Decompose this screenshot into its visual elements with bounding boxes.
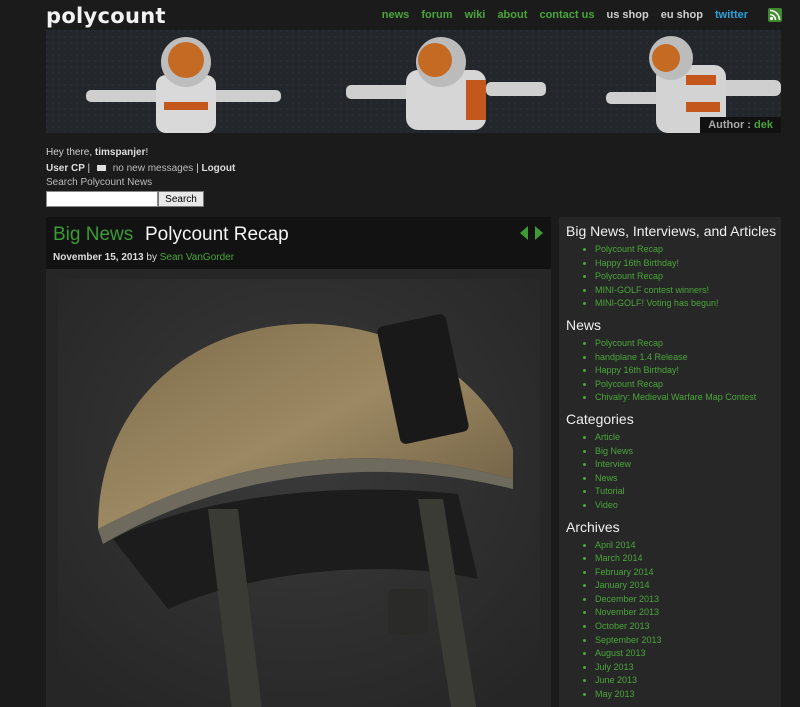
news-list: Polycount Recap handplane 1.4 Release Ha…: [559, 337, 781, 405]
main-post: Big News Polycount Recap November 15, 20…: [46, 217, 551, 707]
author-label: Author :: [708, 119, 751, 131]
list-item[interactable]: June 2013: [595, 674, 781, 688]
list-item[interactable]: Video: [595, 499, 781, 513]
rss-icon[interactable]: [768, 8, 782, 22]
list-item[interactable]: October 2013: [595, 620, 781, 634]
sidebar: Big News, Interviews, and Articles Polyc…: [559, 217, 781, 707]
sidebar-heading-news: News: [566, 316, 602, 333]
list-item[interactable]: Polycount Recap: [595, 337, 781, 351]
nav-news[interactable]: news: [382, 9, 410, 21]
list-item[interactable]: November 2013: [595, 606, 781, 620]
greeting-text: Hey there,: [46, 147, 93, 158]
list-item[interactable]: August 2013: [595, 647, 781, 661]
list-item[interactable]: September 2013: [595, 634, 781, 648]
list-item[interactable]: MINI-GOLF contest winners!: [595, 284, 781, 298]
messages-text[interactable]: no new messages: [113, 163, 194, 174]
search-input[interactable]: [46, 191, 158, 207]
list-item[interactable]: July 2013: [595, 661, 781, 675]
list-item[interactable]: Happy 16th Birthday!: [595, 257, 781, 271]
nav-about[interactable]: about: [497, 9, 527, 21]
user-cp-link[interactable]: User CP: [46, 163, 85, 174]
list-item[interactable]: handplane 1.4 Release: [595, 351, 781, 365]
list-item[interactable]: Big News: [595, 445, 781, 459]
separator: |: [196, 163, 199, 174]
username-link[interactable]: timspanjer: [95, 147, 146, 158]
nav-twitter[interactable]: twitter: [715, 9, 748, 21]
list-item[interactable]: Tutorial: [595, 485, 781, 499]
post-title[interactable]: Polycount Recap: [145, 224, 289, 246]
helmet-image: [58, 279, 540, 707]
post-nav-arrows: [519, 226, 543, 243]
list-item[interactable]: MINI-GOLF! Voting has begun!: [595, 297, 781, 311]
nav-forum[interactable]: forum: [421, 9, 452, 21]
post-header: Big News Polycount Recap November 15, 20…: [46, 217, 551, 269]
post-category-link[interactable]: Big News: [53, 224, 133, 246]
user-panel: Hey there, timspanjer! User CP | no new …: [46, 145, 235, 177]
top-nav: news forum wiki about contact us us shop…: [373, 9, 748, 21]
nav-eu-shop[interactable]: eu shop: [661, 9, 703, 21]
post-by: by: [146, 252, 157, 263]
user-links-row: User CP | no new messages | Logout: [46, 161, 235, 177]
list-item[interactable]: December 2013: [595, 593, 781, 607]
site-logo[interactable]: polycount: [46, 4, 166, 28]
list-item[interactable]: Polycount Recap: [595, 243, 781, 257]
nav-contact-us[interactable]: contact us: [539, 9, 594, 21]
astronaut-banner-image: [46, 30, 781, 133]
sidebar-heading-big-news: Big News, Interviews, and Articles: [566, 223, 777, 239]
banner-author: Author : dek: [700, 117, 781, 133]
header-banner: Author : dek: [46, 30, 781, 133]
nav-wiki[interactable]: wiki: [465, 9, 486, 21]
list-item[interactable]: February 2014: [595, 566, 781, 580]
envelope-icon: [96, 165, 106, 172]
post-meta: November 15, 2013 by Sean VanGorder: [53, 252, 234, 263]
sidebar-heading-archives: Archives: [566, 518, 620, 535]
prev-arrow-icon[interactable]: [519, 226, 528, 240]
logout-link[interactable]: Logout: [201, 163, 235, 174]
search-button[interactable]: Search: [158, 191, 204, 207]
separator: |: [87, 163, 91, 174]
list-item[interactable]: News: [595, 472, 781, 486]
list-item[interactable]: Chivalry: Medieval Warfare Map Contest: [595, 391, 781, 405]
list-item[interactable]: Article: [595, 431, 781, 445]
sidebar-heading-categories: Categories: [566, 410, 634, 427]
categories-list: Article Big News Interview News Tutorial…: [559, 431, 781, 513]
list-item[interactable]: Happy 16th Birthday!: [595, 364, 781, 378]
post-author-link[interactable]: Sean VanGorder: [160, 252, 234, 263]
big-news-list: Polycount Recap Happy 16th Birthday! Pol…: [559, 243, 781, 311]
search-label: Search Polycount News: [46, 177, 153, 188]
post-date: November 15, 2013: [53, 252, 144, 263]
list-item[interactable]: April 2014: [595, 539, 781, 553]
list-item[interactable]: Interview: [595, 458, 781, 472]
list-item[interactable]: March 2014: [595, 552, 781, 566]
list-item[interactable]: January 2014: [595, 579, 781, 593]
next-arrow-icon[interactable]: [535, 226, 543, 240]
list-item[interactable]: Polycount Recap: [595, 378, 781, 392]
archives-list: April 2014 March 2014 February 2014 Janu…: [559, 539, 781, 702]
greeting-exclaim: !: [145, 147, 149, 158]
nav-us-shop[interactable]: us shop: [607, 9, 649, 21]
list-item[interactable]: Polycount Recap: [595, 270, 781, 284]
author-name-link[interactable]: dek: [754, 119, 773, 131]
list-item[interactable]: May 2013: [595, 688, 781, 702]
greeting-row: Hey there, timspanjer!: [46, 145, 235, 161]
